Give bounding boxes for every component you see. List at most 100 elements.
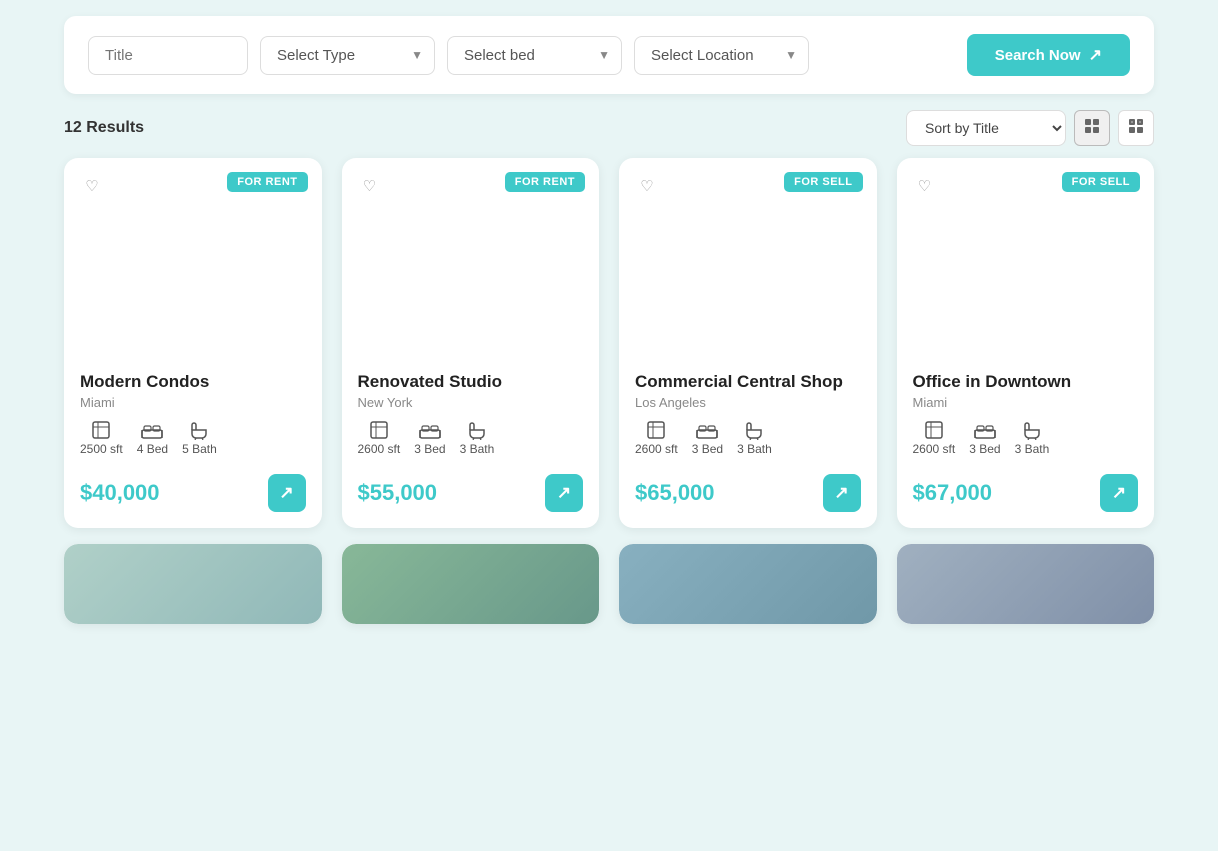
spec-sqft: 2600 sft — [635, 420, 678, 456]
card-specs: 2600 sft 3 Bed — [913, 420, 1139, 456]
results-count: 12 Results — [64, 119, 144, 137]
stub-card-1 — [64, 544, 322, 624]
card-body: Office in Downtown Miami 2600 sft — [897, 358, 1155, 528]
cards-grid: FOR RENT ♡ Modern Condos Miami 2500 sft — [64, 158, 1154, 528]
bath-label: 3 Bath — [460, 442, 495, 456]
bed-icon — [974, 422, 996, 440]
card-location: Los Angeles — [635, 395, 861, 410]
spec-sqft: 2500 sft — [80, 420, 123, 456]
sqft-icon — [646, 420, 666, 440]
card-image-wrap: FOR RENT ♡ — [342, 158, 600, 358]
sqft-icon — [924, 420, 944, 440]
results-bar: 12 Results Sort by Title Sort by Price S… — [64, 110, 1154, 146]
favorite-button[interactable]: ♡ — [909, 170, 941, 202]
spec-bed: 3 Bed — [969, 422, 1000, 456]
bed-label: 3 Bed — [969, 442, 1000, 456]
bottom-cards-row — [64, 544, 1154, 624]
grid-view-button[interactable] — [1074, 110, 1110, 146]
bed-icon — [419, 422, 441, 440]
view-detail-button[interactable]: ↗ — [1100, 474, 1138, 512]
property-card: FOR SELL ♡ Commercial Central Shop Los A… — [619, 158, 877, 528]
sort-select[interactable]: Sort by Title Sort by Price Sort by Date — [906, 110, 1066, 146]
type-select[interactable]: Select Type House Apartment Commercial S… — [260, 36, 435, 75]
card-title: Modern Condos — [80, 372, 306, 392]
search-now-label: Search Now — [995, 47, 1081, 64]
title-input[interactable] — [88, 36, 248, 75]
spec-bath: 3 Bath — [1015, 420, 1050, 456]
bath-icon — [467, 420, 487, 440]
sqft-icon — [369, 420, 389, 440]
card-location: Miami — [80, 395, 306, 410]
card-body: Commercial Central Shop Los Angeles 2600… — [619, 358, 877, 528]
sqft-icon — [91, 420, 111, 440]
spec-bath: 3 Bath — [737, 420, 772, 456]
view-detail-button[interactable]: ↗ — [268, 474, 306, 512]
card-specs: 2500 sft 4 Bed — [80, 420, 306, 456]
favorite-button[interactable]: ♡ — [631, 170, 663, 202]
search-now-button[interactable]: Search Now ↗ — [967, 34, 1130, 76]
bed-label: 3 Bed — [414, 442, 445, 456]
grid-view-icon — [1084, 118, 1100, 139]
card-location: Miami — [913, 395, 1139, 410]
results-controls: Sort by Title Sort by Price Sort by Date — [906, 110, 1154, 146]
card-title: Renovated Studio — [358, 372, 584, 392]
card-footer: $67,000 ↗ — [913, 474, 1139, 512]
sqft-label: 2600 sft — [358, 442, 401, 456]
bath-label: 5 Bath — [182, 442, 217, 456]
card-footer: $55,000 ↗ — [358, 474, 584, 512]
card-image-wrap: FOR SELL ♡ — [897, 158, 1155, 358]
bath-label: 3 Bath — [1015, 442, 1050, 456]
card-specs: 2600 sft 3 Bed — [358, 420, 584, 456]
bath-label: 3 Bath — [737, 442, 772, 456]
card-price: $67,000 — [913, 480, 993, 506]
card-location: New York — [358, 395, 584, 410]
search-bar: Select Type House Apartment Commercial S… — [64, 16, 1154, 94]
spec-bed: 3 Bed — [692, 422, 723, 456]
card-badge: FOR SELL — [784, 172, 862, 192]
card-body: Modern Condos Miami 2500 sft — [64, 358, 322, 528]
favorite-button[interactable]: ♡ — [354, 170, 386, 202]
search-arrow-icon: ↗ — [1089, 45, 1102, 65]
card-image-wrap: FOR SELL ♡ — [619, 158, 877, 358]
card-title: Office in Downtown — [913, 372, 1139, 392]
spec-sqft: 2600 sft — [913, 420, 956, 456]
card-footer: $65,000 ↗ — [635, 474, 861, 512]
spec-bath: 3 Bath — [460, 420, 495, 456]
bed-select[interactable]: Select bed 1 Bed 2 Bed 3 Bed 4 Bed — [447, 36, 622, 75]
spec-bed: 3 Bed — [414, 422, 445, 456]
bed-label: 3 Bed — [692, 442, 723, 456]
spec-bed: 4 Bed — [137, 422, 168, 456]
stub-card-4 — [897, 544, 1155, 624]
card-badge: FOR RENT — [227, 172, 307, 192]
favorite-button[interactable]: ♡ — [76, 170, 108, 202]
view-detail-button[interactable]: ↗ — [823, 474, 861, 512]
view-detail-button[interactable]: ↗ — [545, 474, 583, 512]
card-footer: $40,000 ↗ — [80, 474, 306, 512]
bed-icon — [141, 422, 163, 440]
card-specs: 2600 sft 3 Bed — [635, 420, 861, 456]
property-card: FOR RENT ♡ Renovated Studio New York 260… — [342, 158, 600, 528]
card-badge: FOR SELL — [1062, 172, 1140, 192]
stub-card-2 — [342, 544, 600, 624]
list-view-button[interactable] — [1118, 110, 1154, 146]
sqft-label: 2500 sft — [80, 442, 123, 456]
bath-icon — [189, 420, 209, 440]
property-card: FOR SELL ♡ Office in Downtown Miami 2600… — [897, 158, 1155, 528]
card-badge: FOR RENT — [505, 172, 585, 192]
location-select[interactable]: Select Location Miami New York Los Angel… — [634, 36, 809, 75]
stub-card-3 — [619, 544, 877, 624]
card-title: Commercial Central Shop — [635, 372, 861, 392]
card-price: $40,000 — [80, 480, 160, 506]
bath-icon — [1022, 420, 1042, 440]
card-image-wrap: FOR RENT ♡ — [64, 158, 322, 358]
property-card: FOR RENT ♡ Modern Condos Miami 2500 sft — [64, 158, 322, 528]
bed-icon — [696, 422, 718, 440]
bed-label: 4 Bed — [137, 442, 168, 456]
list-view-icon — [1128, 118, 1144, 139]
card-body: Renovated Studio New York 2600 sft — [342, 358, 600, 528]
card-price: $65,000 — [635, 480, 715, 506]
sqft-label: 2600 sft — [913, 442, 956, 456]
sqft-label: 2600 sft — [635, 442, 678, 456]
card-price: $55,000 — [358, 480, 438, 506]
spec-sqft: 2600 sft — [358, 420, 401, 456]
